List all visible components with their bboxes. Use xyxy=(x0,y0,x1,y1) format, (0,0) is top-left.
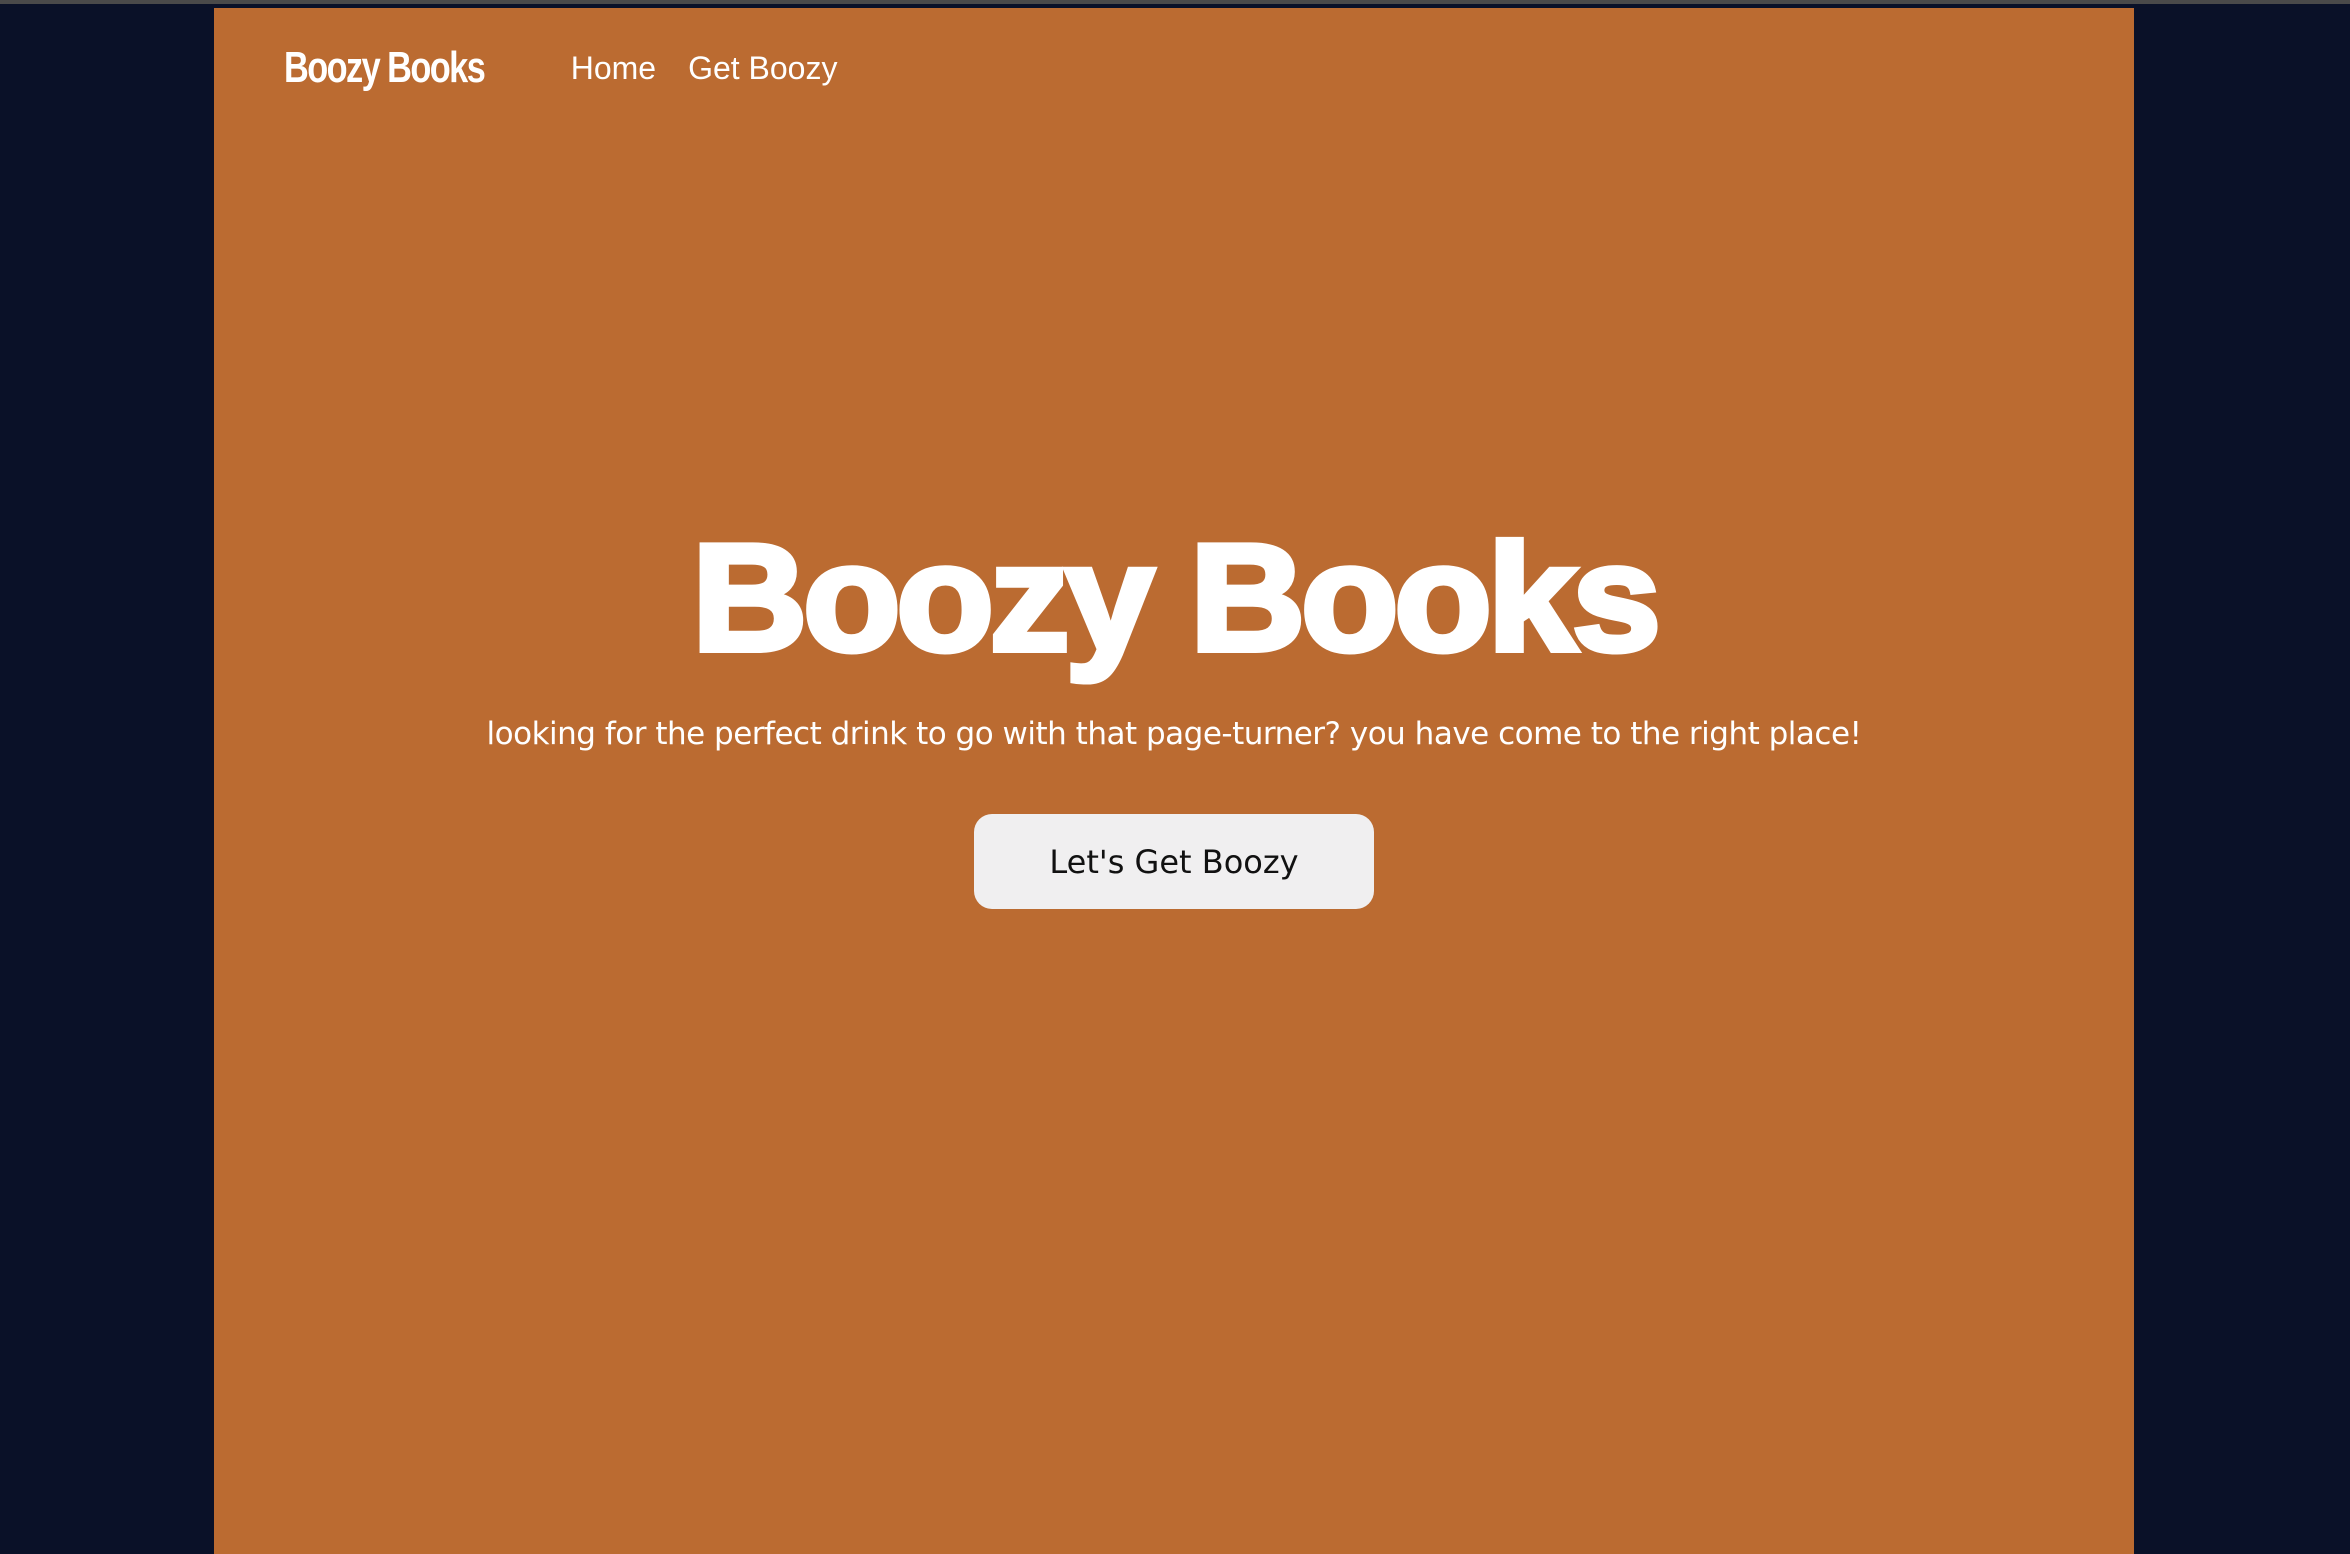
page-container: Boozy Books Home Get Boozy Boozy Books l… xyxy=(214,8,2134,1554)
nav-link-home[interactable]: Home xyxy=(571,50,656,87)
browser-viewport: Boozy Books Home Get Boozy Boozy Books l… xyxy=(0,0,2350,1554)
hero-subtitle: looking for the perfect drink to go with… xyxy=(486,716,1862,752)
hero-title: Boozy Books xyxy=(688,510,1663,686)
nav-link-get-boozy[interactable]: Get Boozy xyxy=(688,50,837,87)
lets-get-boozy-button[interactable]: Let's Get Boozy xyxy=(974,814,1374,909)
nav-links: Home Get Boozy xyxy=(571,50,838,87)
hero-section: Boozy Books looking for the perfect drin… xyxy=(214,508,2134,909)
brand-logo-link[interactable]: Boozy Books xyxy=(284,43,486,93)
navbar: Boozy Books Home Get Boozy xyxy=(214,8,2134,128)
